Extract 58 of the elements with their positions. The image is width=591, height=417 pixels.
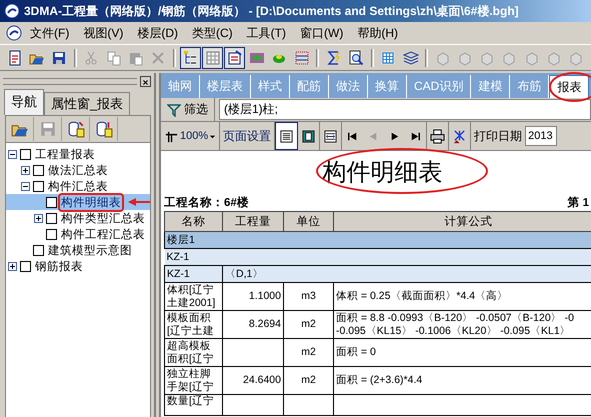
print-date-label: 打印日期 (473, 128, 524, 144)
table-cell: m2 (284, 366, 334, 394)
table-cell: 体积[辽宁土建2001] (164, 282, 222, 310)
column-header: 名称 (164, 212, 222, 232)
tree-item[interactable]: 构件汇总表 (6, 178, 150, 194)
table-cell: 1.1000 (222, 282, 284, 310)
table-cell: 超高模板面积[辽宁 (164, 338, 222, 366)
table-cell: 〈D,1〉 (222, 266, 591, 282)
tree-item-label: 构件明细表 (60, 194, 122, 210)
table-cell: 8.2694 (222, 310, 284, 338)
filter-field[interactable]: (楼层1)柱; (219, 99, 591, 120)
menu-item[interactable]: 帮助(H) (351, 22, 404, 44)
page-number: 第 1 (567, 196, 589, 210)
table-cell: m2 (284, 338, 334, 366)
table-cell: m3 (284, 282, 334, 310)
table-cell: 体积 = 0.25〈截面面积〉*4.4〈高〉 (334, 282, 591, 310)
table-cell: 独立柱脚手架[辽宁 (164, 366, 222, 394)
menu-item[interactable]: 文件(F) (24, 22, 76, 44)
table-cell: m2 (284, 310, 334, 338)
menu-item[interactable]: 楼层(D) (131, 22, 184, 44)
tree-item[interactable]: 构件工程汇总表 (6, 226, 150, 242)
table-cell: 面积 = (2+3.6)*4.4 (334, 366, 591, 394)
table-cell: KZ-1 (164, 266, 222, 282)
table-cell: 面积 = 8.8 -0.0993〈B-120〉 -0.0507〈B-120〉 -0 -0.095〈KL15〉 -0.1006〈KL20〉 -0.095〈KL1〉 (334, 310, 591, 338)
menu-item[interactable]: 工具(T) (240, 22, 292, 44)
table-cell: 24.6400 (222, 366, 284, 394)
tree-item[interactable]: 工程量报表 (6, 146, 150, 162)
tree-item-label: 钢筋报表 (34, 260, 84, 274)
tree-item-label: 做法汇总表 (47, 164, 109, 178)
tree-item-label: 建筑模型示意图 (47, 244, 133, 258)
menu-item[interactable]: 视图(V) (77, 22, 130, 44)
page-setup-button[interactable]: 页面设置 (220, 122, 276, 150)
table-cell: 数量[辽宁 (164, 394, 222, 416)
print-date-field[interactable]: 2013 (525, 126, 558, 146)
tree-item-label: 构件工程汇总表 (60, 228, 146, 242)
project-name: 工程名称：6#楼 (164, 195, 249, 210)
panel-tab[interactable]: 属性窗_报表 (44, 92, 130, 115)
menu-item[interactable]: 类型(C) (186, 22, 239, 44)
panel-tab[interactable]: 导航 (4, 89, 44, 115)
column-header: 计算公式 (334, 212, 591, 232)
tree-item-label: 构件类型汇总表 (60, 212, 146, 226)
tree-item-label: 构件汇总表 (47, 180, 109, 194)
menu-item[interactable]: 窗口(W) (294, 22, 350, 44)
tree-item-label: 工程量报表 (34, 148, 96, 162)
table-cell: 面积 = 0 (334, 338, 591, 366)
window-title: 3DMA-工程量（网络版）/钢筋（网络版） - [D:\Documents and Settings\zh\桌面\6#楼.bgh] (24, 2, 519, 20)
tree-item[interactable]: 构件明细表 (6, 194, 150, 210)
tree-item[interactable]: 钢筋报表 (6, 258, 150, 274)
component-row: KZ-1 (164, 248, 591, 266)
column-header: 单位 (284, 212, 334, 232)
module-tab[interactable]: 报表 (549, 75, 590, 98)
report-title: 构件明细表 (322, 158, 442, 188)
table-cell: 模板面积[辽宁土建 (164, 310, 222, 338)
tree-item[interactable]: 构件类型汇总表 (6, 210, 150, 226)
group-row: 楼层1 (164, 232, 591, 248)
column-header: 工程量 (222, 212, 284, 232)
tree-item[interactable]: 做法汇总表 (6, 162, 150, 178)
tree-item[interactable]: 建筑模型示意图 (6, 242, 150, 258)
